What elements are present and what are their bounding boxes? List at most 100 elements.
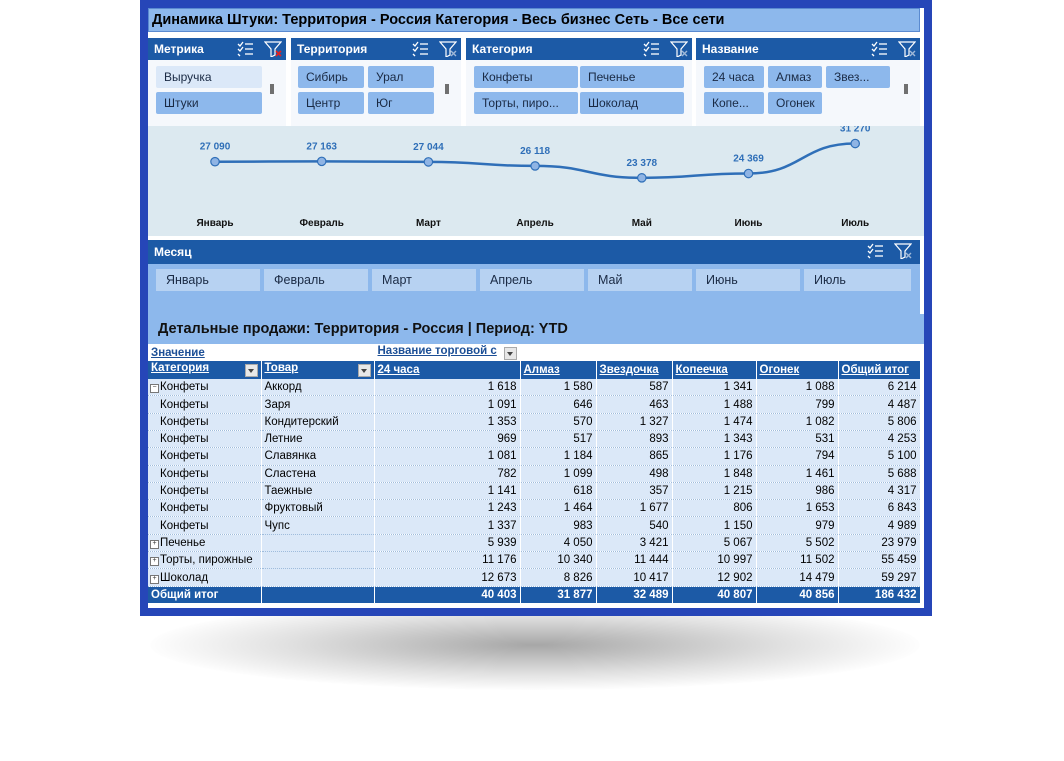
pivot-columns-row: Категория Товар 24 часа Алмаз Звездочка … [148,361,921,379]
filter-dropdown-icon[interactable] [503,347,517,361]
slicer-month-body: Январь Февраль Март Апрель Май Июнь Июль [148,264,920,314]
total-cell: 40 807 [672,586,757,604]
total-cell: 40 856 [756,586,839,604]
value-cell: 1 337 [374,516,521,535]
slicer-item-center[interactable]: Центр [298,92,364,114]
slicer-item-south[interactable]: Юг [368,92,434,114]
slicer-item-ural[interactable]: Урал [368,66,434,88]
x-tick-label: Январь [196,218,233,229]
multi-select-icon[interactable] [236,41,254,57]
value-cell: 4 050 [520,534,597,553]
slicer-item-ogonek[interactable]: Огонек [768,92,822,114]
data-point [850,138,860,149]
clear-filter-icon[interactable] [894,243,912,259]
month-jun[interactable]: Июнь [696,269,800,291]
value-cell: 799 [756,395,839,414]
category-cell[interactable]: + Печенье [148,534,262,553]
expand-icon[interactable]: + [150,557,159,567]
clear-filter-icon[interactable] [264,41,282,57]
slicer-scrollbar[interactable] [445,84,449,94]
multi-select-icon[interactable] [870,41,888,57]
slicer-month: Месяц [148,240,920,264]
expand-icon[interactable]: + [150,574,159,584]
slicer-item-cookies[interactable]: Печенье [580,66,684,88]
month-jul[interactable]: Июль [804,269,911,291]
multi-select-icon[interactable] [866,243,884,259]
value-cell: 1 618 [374,378,521,397]
month-jan[interactable]: Январь [156,269,260,291]
value-cell: 646 [520,395,597,414]
product-cell: Кондитерский [261,413,375,431]
expand-icon[interactable]: + [150,539,159,549]
chart-canvas: 27 090 Январь 27 163 Февраль 27 044 Март 26 11… [196,126,871,229]
filter-dropdown-icon[interactable] [244,364,258,378]
slicer-territory-label: Территория [297,42,368,56]
value-cell: 587 [596,378,673,397]
product-cell: Таежные [261,482,375,501]
value-cell: 11 444 [596,551,673,570]
clear-filter-icon[interactable] [670,41,688,57]
slicer-item-almaz[interactable]: Алмаз [768,66,822,88]
slicer-item-cakes[interactable]: Торты, пиро... [474,92,578,114]
value-cell: 570 [520,413,597,431]
category-cell: Конфеты [148,516,262,535]
category-cell[interactable]: + Шоколад [148,568,262,587]
value-cell: 5 502 [756,534,839,553]
category-cell: Конфеты [148,465,262,483]
value-cell: 11 502 [756,551,839,570]
clear-filter-icon[interactable] [898,41,916,57]
col-header-kopeechka: Копеечка [672,361,757,379]
collapse-icon[interactable]: − [150,383,159,393]
value-cell: 3 421 [596,534,673,553]
row-field-product[interactable]: Товар [261,361,375,379]
pivot-body: − Конфеты Аккорд 1 618 1 580 587 1 341 1 088 6 2… [148,378,921,587]
value-cell: 1 341 [672,378,757,397]
slicer-scrollbar[interactable] [904,84,908,94]
x-tick-label: Июнь [735,218,763,229]
slicer-item-24h[interactable]: 24 часа [704,66,764,88]
month-feb[interactable]: Февраль [264,269,368,291]
value-cell: 8 826 [520,568,597,587]
slicer-item-chocolate[interactable]: Шоколад [580,92,684,114]
value-cell: 979 [756,516,839,535]
slicer-item-kopeechka[interactable]: Копе... [704,92,764,114]
filter-dropdown-icon[interactable] [357,364,371,378]
value-cell: 4 317 [838,482,921,501]
category-cell[interactable]: − Конфеты [148,378,262,397]
month-mar[interactable]: Март [372,269,476,291]
clear-filter-icon[interactable] [439,41,457,57]
x-tick-label: Февраль [299,218,343,229]
multi-select-icon[interactable] [411,41,429,57]
slicer-item-units[interactable]: Штуки [156,92,262,114]
multi-select-icon[interactable] [642,41,660,57]
value-cell: 14 479 [756,568,839,587]
slicer-name: Название 24 часа Алмаз Звез... Копе... О… [696,38,920,131]
category-cell[interactable]: + Торты, пирожные [148,551,262,570]
value-cell: 969 [374,430,521,449]
month-may[interactable]: Май [588,269,692,291]
columns-field-header[interactable]: Название торговой с [374,344,521,362]
category-cell: Конфеты [148,482,262,501]
slicer-scrollbar[interactable] [270,84,274,94]
value-cell: 865 [596,447,673,466]
value-cell: 357 [596,482,673,501]
value-cell: 5 100 [838,447,921,466]
row-field-category[interactable]: Категория [148,361,262,379]
value-cell: 540 [596,516,673,535]
slicer-item-siberia[interactable]: Сибирь [298,66,364,88]
slicer-item-candies[interactable]: Конфеты [474,66,578,88]
slicer-item-revenue[interactable]: Выручка [156,66,262,88]
value-cell: 5 806 [838,413,921,431]
data-point [530,161,540,171]
value-cell: 55 459 [838,551,921,570]
value-cell: 11 176 [374,551,521,570]
data-label: 27 163 [306,141,337,152]
value-cell: 59 297 [838,568,921,587]
value-cell: 1 150 [672,516,757,535]
value-cell: 983 [520,516,597,535]
value-cell: 1 848 [672,465,757,483]
data-label: 31 270 [840,126,871,135]
slicer-item-zvezdochka[interactable]: Звез... [826,66,890,88]
product-cell [261,551,375,570]
month-apr[interactable]: Апрель [480,269,584,291]
